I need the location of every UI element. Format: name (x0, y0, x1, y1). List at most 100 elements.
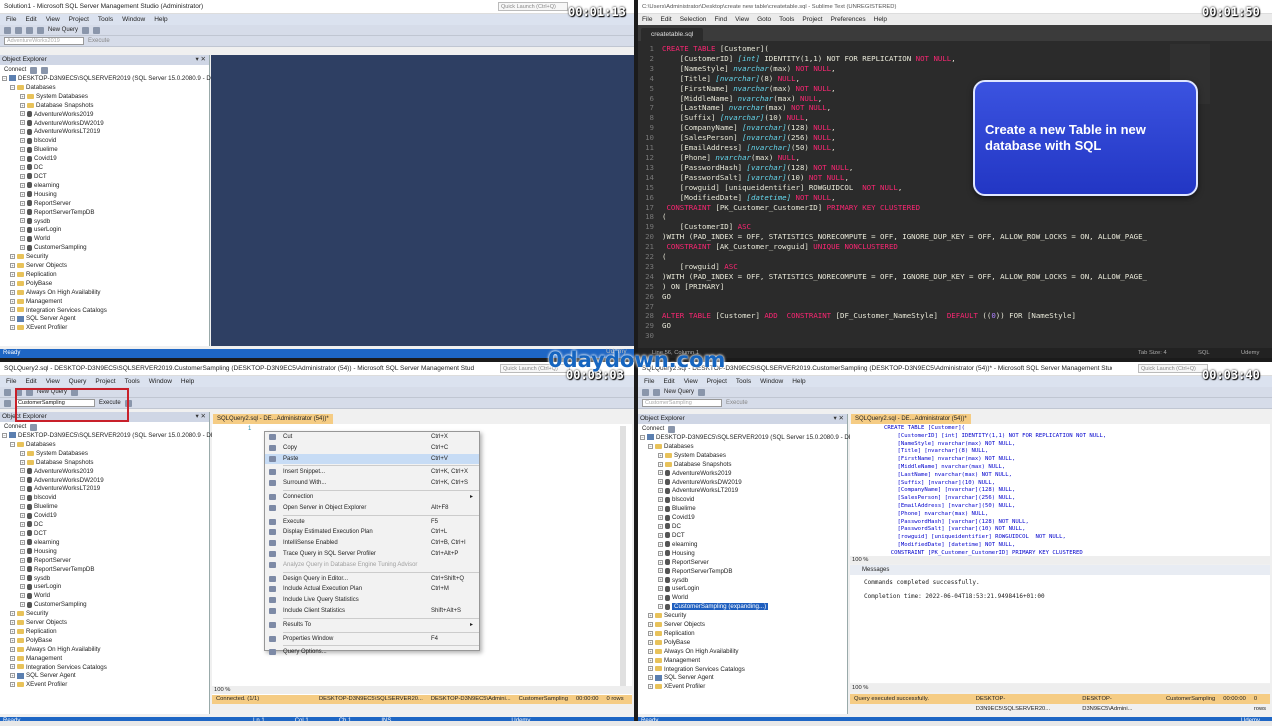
menu-tools[interactable]: Tools (125, 378, 140, 385)
node-db[interactable]: + Bluelime (2, 503, 209, 512)
expand-icon[interactable]: + (20, 93, 25, 99)
ctx-item-properties-window[interactable]: Properties Window F4 (265, 634, 479, 645)
expand-icon[interactable]: + (20, 209, 25, 215)
node-db[interactable]: + World (640, 594, 847, 603)
database-select[interactable]: AdventureWorks2019 (4, 37, 84, 45)
tab-createtable[interactable]: createtable.sql (641, 28, 704, 41)
node-db[interactable]: + AdventureWorks2019 (640, 470, 847, 479)
expand-icon[interactable]: + (10, 271, 15, 277)
messages-tab[interactable]: Messages (850, 565, 1270, 575)
zoom-level-2[interactable]: 100 % (852, 685, 868, 691)
node-other[interactable]: + Server Objects (2, 619, 209, 628)
expand-icon[interactable]: + (20, 575, 25, 581)
server-node[interactable]: − DESKTOP-D3N9EC5\SQLSERVER2019 (SQL Serv… (640, 434, 869, 443)
expand-icon[interactable]: + (20, 191, 25, 197)
node-other[interactable]: + PolyBase (640, 639, 847, 648)
expand-icon[interactable]: − (10, 84, 15, 90)
zoom-level[interactable]: 100 % (214, 687, 230, 693)
node-other[interactable]: + Security (2, 610, 209, 619)
node-other[interactable]: + Server Objects (640, 621, 847, 630)
zoom-level[interactable]: 100 % (852, 557, 868, 563)
node-db[interactable]: + AdventureWorksDW2019 (2, 120, 209, 129)
expand-icon[interactable]: + (658, 506, 663, 512)
tab-size[interactable]: Tab Size: 4 (1138, 348, 1167, 358)
node-db[interactable]: + Covid19 (2, 155, 209, 164)
ctx-item-trace-query-in-sql-server-profiler[interactable]: Trace Query in SQL Server Profiler Ctrl+A… (265, 549, 479, 560)
expand-icon[interactable]: − (640, 434, 645, 440)
expand-icon[interactable]: + (20, 539, 25, 545)
node-db[interactable]: + CustomerSampling (expanding...) (640, 603, 847, 612)
node-other[interactable]: + Integration Services Catalogs (2, 664, 209, 673)
menu-view[interactable]: View (735, 16, 749, 23)
expand-icon[interactable]: + (658, 452, 663, 458)
expand-icon[interactable]: + (658, 541, 663, 547)
node-other[interactable]: + Management (2, 655, 209, 664)
node-other[interactable]: + Replication (2, 271, 209, 280)
expand-icon[interactable]: + (658, 532, 663, 538)
ctx-item-paste[interactable]: Paste Ctrl+V (265, 453, 479, 465)
node-sql-agent[interactable]: + SQL Server Agent (640, 674, 847, 683)
node-db[interactable]: + blscovid (2, 494, 209, 503)
expand-icon[interactable]: + (20, 521, 25, 527)
expand-icon[interactable]: + (20, 156, 25, 162)
node-db[interactable]: + AdventureWorks2019 (2, 111, 209, 120)
ctx-item-display-estimated-execution-plan[interactable]: Display Estimated Execution Plan Ctrl+L (265, 527, 479, 538)
menu-project[interactable]: Project (95, 378, 115, 385)
node-db[interactable]: + CustomerSampling (2, 244, 209, 253)
expand-icon[interactable]: + (10, 307, 15, 313)
node-db[interactable]: + blscovid (640, 496, 847, 505)
expand-icon[interactable]: + (20, 182, 25, 188)
expand-icon[interactable]: + (658, 604, 663, 610)
quick-launch-input[interactable]: Quick Launch (Ctrl+Q) (1138, 364, 1208, 373)
node-db[interactable]: + ReportServerTempDB (2, 566, 209, 575)
node-db[interactable]: + Covid19 (640, 514, 847, 523)
execute-button[interactable]: Execute (88, 38, 110, 44)
menu-view[interactable]: View (46, 16, 60, 23)
menu-window[interactable]: Window (760, 378, 783, 385)
expand-icon[interactable]: + (658, 568, 663, 574)
menu-edit[interactable]: Edit (25, 378, 36, 385)
expand-icon[interactable]: + (20, 548, 25, 554)
expand-icon[interactable]: + (20, 236, 25, 242)
node-other[interactable]: + Integration Services Catalogs (640, 666, 847, 675)
menu-edit[interactable]: Edit (25, 16, 36, 23)
node-other[interactable]: + Server Objects (2, 262, 209, 271)
node-database-snapshots[interactable]: + Database Snapshots (2, 459, 209, 468)
node-xevent-profiler[interactable]: + XEvent Profiler (2, 681, 209, 690)
node-databases[interactable]: − Databases (2, 441, 209, 450)
tab-sqlquery2[interactable]: SQLQuery2.sql - DE...Administrator (54))… (851, 414, 971, 424)
connect-icon[interactable] (4, 399, 11, 407)
ctx-item-intellisense-enabled[interactable]: IntelliSense Enabled Ctrl+B, Ctrl+I (265, 538, 479, 549)
ctx-item-analyze-query-in-database-engine-tuning-advisor[interactable]: Analyze Query in Database Engine Tuning … (265, 560, 479, 571)
menu-project[interactable]: Project (707, 378, 727, 385)
node-db[interactable]: + ReportServerTempDB (640, 568, 847, 577)
node-database-snapshots[interactable]: + Database Snapshots (2, 102, 209, 111)
node-other[interactable]: + PolyBase (2, 280, 209, 289)
node-other[interactable]: + Integration Services Catalogs (2, 307, 209, 316)
database-select[interactable]: CustomerSampling (642, 399, 722, 407)
expand-icon[interactable]: + (10, 628, 15, 634)
node-db[interactable]: + AdventureWorksLT2019 (640, 487, 847, 496)
node-xevent-profiler[interactable]: + XEvent Profiler (640, 683, 847, 692)
back-icon[interactable] (4, 388, 11, 396)
expand-icon[interactable]: + (10, 298, 15, 304)
expand-icon[interactable]: + (648, 612, 653, 618)
node-system-databases[interactable]: + System Databases (2, 93, 209, 102)
expand-icon[interactable]: + (20, 227, 25, 233)
ctx-item-results-to[interactable]: Results To ▸ (265, 620, 479, 631)
refresh-icon[interactable] (668, 425, 676, 433)
expand-icon[interactable]: − (648, 443, 653, 449)
menu-help[interactable]: Help (874, 16, 887, 23)
expand-icon[interactable]: + (10, 664, 15, 670)
expand-icon[interactable]: + (20, 486, 25, 492)
ctx-item-copy[interactable]: Copy Ctrl+C (265, 443, 479, 454)
save-icon[interactable] (37, 26, 44, 34)
menu-tools[interactable]: Tools (98, 16, 113, 23)
expand-icon[interactable]: + (10, 325, 15, 331)
expand-icon[interactable]: + (658, 550, 663, 556)
pin-icon[interactable]: ▾ ✕ (833, 414, 847, 424)
expand-icon[interactable]: + (20, 173, 25, 179)
ctx-item-surround-with[interactable]: Surround With... Ctrl+K, Ctrl+S (265, 478, 479, 489)
node-db[interactable]: + userLogin (2, 226, 209, 235)
menu-query[interactable]: Query (69, 378, 87, 385)
